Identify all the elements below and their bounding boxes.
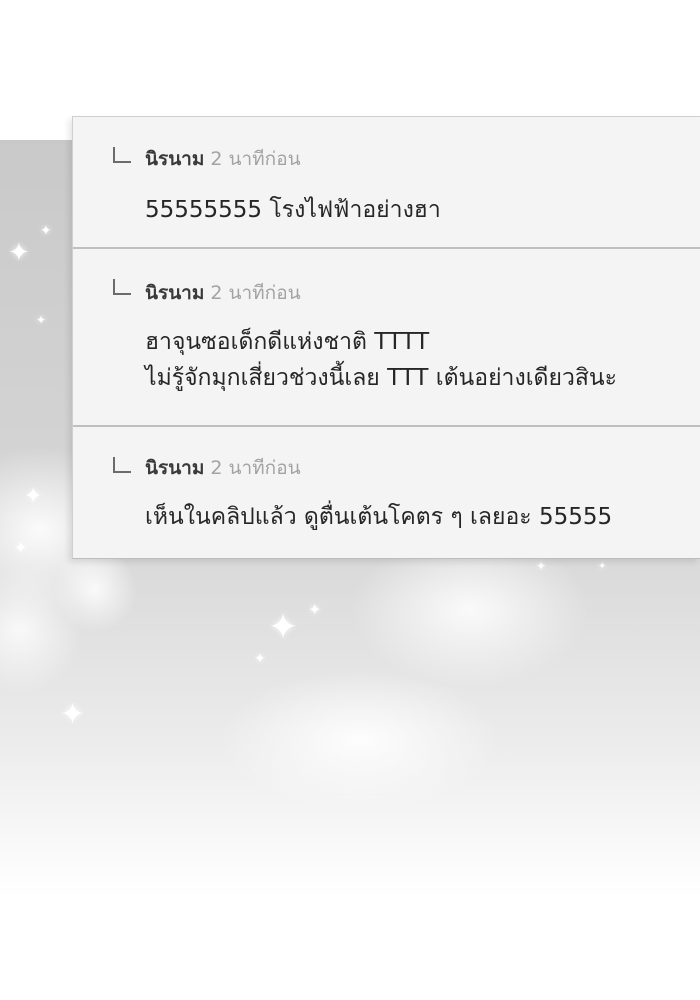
comment-item: นิรนาม 2 นาทีก่อน ฮาจุนซอเด็กดีแห่งชาติ T… <box>73 249 700 427</box>
comment-body: ฮาจุนซอเด็กดีแห่งชาติ TTTT ไม่รู้จักมุกเ… <box>145 324 617 396</box>
comment-author[interactable]: นิรนาม <box>145 282 204 304</box>
comment-body: 55555555 โรงไฟฟ้าอย่างฮา <box>145 192 441 228</box>
sparkle-icon: ✦ <box>8 238 30 268</box>
reply-arrow-icon <box>113 279 131 295</box>
comment-line: ฮาจุนซอเด็กดีแห่งชาติ TTTT <box>145 329 430 355</box>
reply-arrow-icon <box>113 457 131 473</box>
sparkle-icon: ✦ <box>60 697 86 732</box>
comment-meta: นิรนาม 2 นาทีก่อน <box>145 457 301 479</box>
sparkle-icon: ✦ <box>254 651 266 667</box>
sparkle-icon: ✦ <box>40 223 52 239</box>
sparkle-icon: ✦ <box>268 607 299 648</box>
comment-thread: นิรนาม 2 นาทีก่อน 55555555 โรงไฟฟ้าอย่างฮ… <box>72 116 700 559</box>
sparkle-icon: ✦ <box>308 600 322 619</box>
comment-time: 2 นาทีก่อน <box>210 457 301 479</box>
comment-time: 2 นาทีก่อน <box>210 148 301 170</box>
comment-meta: นิรนาม 2 นาทีก่อน <box>145 282 301 304</box>
comment-author[interactable]: นิรนาม <box>145 457 204 479</box>
comment-line: ไม่รู้จักมุกเสี่ยวช่วงนี้เลย TTT เต้นอย่… <box>145 365 617 391</box>
comment-meta: นิรนาม 2 นาทีก่อน <box>145 148 301 170</box>
comment-item: นิรนาม 2 นาทีก่อน 55555555 โรงไฟฟ้าอย่างฮ… <box>73 117 700 249</box>
comment-author[interactable]: นิรนาม <box>145 148 204 170</box>
sparkle-icon: ✦ <box>536 559 547 573</box>
reply-arrow-icon <box>113 147 131 163</box>
comment-line: 55555555 โรงไฟฟ้าอย่างฮา <box>145 197 441 223</box>
comment-time: 2 นาทีก่อน <box>210 282 301 304</box>
comment-body: เห็นในคลิปแล้ว ดูตื่นเต้นโคตร ๆ เลยอะ 55… <box>145 499 612 535</box>
comment-item: นิรนาม 2 นาทีก่อน เห็นในคลิปแล้ว ดูตื่นเต… <box>73 427 700 560</box>
sparkle-icon: ✦ <box>36 313 47 327</box>
sparkle-icon: ✦ <box>14 538 28 557</box>
sparkle-icon: ✦ <box>24 484 43 509</box>
sparkle-icon: ✦ <box>598 561 607 572</box>
comment-line: เห็นในคลิปแล้ว ดูตื่นเต้นโคตร ๆ เลยอะ 55… <box>145 504 613 530</box>
